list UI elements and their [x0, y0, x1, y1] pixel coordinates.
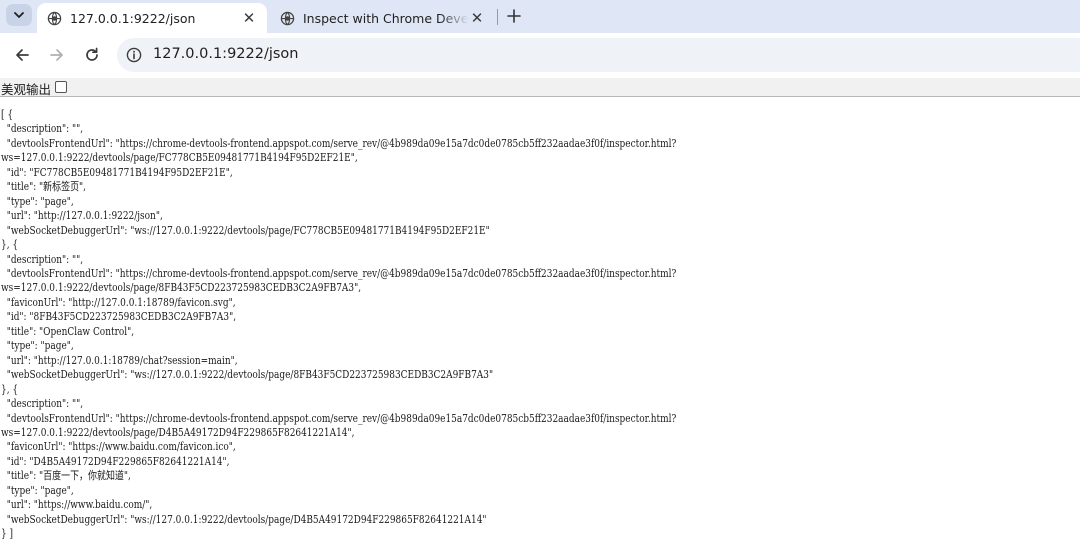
- json-line: "faviconUrl": "http://127.0.0.1:18789/fa…: [1, 295, 236, 309]
- json-line: ws=127.0.0.1:9222/devtools/page/D4B5A491…: [1, 425, 355, 439]
- json-line: "type": "page",: [1, 339, 74, 353]
- json-line: "title": "百度一下，你就知道",: [1, 469, 131, 483]
- close-tab-icon[interactable]: ✕: [469, 9, 485, 27]
- json-line: "title": "OpenClaw Control",: [1, 324, 135, 338]
- json-line: "id": "D4B5A49172D94F229865F82641221A14"…: [1, 454, 230, 468]
- reload-icon: [86, 47, 98, 61]
- page-content: 美观输出 [ { "description": "", "devtoolsFro…: [0, 78, 1080, 549]
- json-line: "url": "http://127.0.0.1:18789/chat?sess…: [1, 353, 238, 367]
- json-body: [ { "description": "", "devtoolsFrontend…: [1, 108, 676, 542]
- pretty-print-bar: 美观输出: [0, 78, 1080, 97]
- json-line: }, {: [1, 238, 19, 252]
- json-line: }, {: [1, 382, 19, 396]
- pretty-print-checkbox[interactable]: [55, 81, 67, 93]
- json-line: "type": "page",: [1, 194, 74, 208]
- json-line: "url": "http://127.0.0.1:9222/json",: [1, 209, 163, 223]
- json-line: "id": "FC778CB5E09481771B4194F95D2EF21E"…: [1, 165, 233, 179]
- tab-title: 127.0.0.1:9222/json: [70, 10, 196, 26]
- tab-title: Inspect with Chrome Developer Tools: [303, 10, 469, 26]
- tab-search-button[interactable]: [6, 4, 32, 26]
- json-line: "devtoolsFrontendUrl": "https://chrome-d…: [1, 411, 677, 425]
- reload-button[interactable]: [80, 43, 104, 67]
- tab-strip: 127.0.0.1:9222/json ✕ Inspect with Chrom…: [0, 0, 1080, 33]
- json-line: "description": "",: [1, 397, 84, 411]
- globe-icon: [280, 11, 295, 25]
- json-line: "devtoolsFrontendUrl": "https://chrome-d…: [1, 136, 677, 150]
- json-line: ws=127.0.0.1:9222/devtools/page/8FB43F5C…: [1, 281, 362, 295]
- json-line: "devtoolsFrontendUrl": "https://chrome-d…: [1, 266, 677, 280]
- tab-inspect[interactable]: Inspect with Chrome Developer Tools ✕: [270, 3, 495, 33]
- globe-icon: [47, 11, 62, 25]
- new-tab-button[interactable]: [503, 5, 525, 27]
- info-icon[interactable]: [126, 47, 142, 63]
- json-line: "id": "8FB43F5CD223725983CEDB3C2A9FB7A3"…: [1, 310, 237, 324]
- json-line: "faviconUrl": "https://www.baidu.com/fav…: [1, 440, 236, 454]
- pretty-print-label: 美观输出: [1, 82, 52, 97]
- json-line: "webSocketDebuggerUrl": "ws://127.0.0.1:…: [1, 512, 487, 526]
- address-bar[interactable]: 127.0.0.1:9222/json: [117, 38, 1080, 72]
- json-line: "type": "page",: [1, 483, 74, 497]
- json-line: "url": "https://www.baidu.com/",: [1, 498, 153, 512]
- arrow-left-icon: [16, 49, 29, 61]
- json-line: "description": "",: [1, 122, 84, 136]
- close-tab-icon[interactable]: ✕: [241, 9, 257, 27]
- tab-divider: [497, 9, 498, 25]
- json-line: "webSocketDebuggerUrl": "ws://127.0.0.1:…: [1, 223, 490, 237]
- url-text[interactable]: 127.0.0.1:9222/json: [153, 46, 299, 62]
- json-line: "webSocketDebuggerUrl": "ws://127.0.0.1:…: [1, 368, 494, 382]
- arrow-right-icon: [50, 49, 63, 61]
- json-line: "title": "新标签页",: [1, 180, 87, 194]
- json-line: "description": "",: [1, 252, 84, 266]
- tab-json[interactable]: 127.0.0.1:9222/json ✕: [37, 3, 267, 33]
- forward-button[interactable]: [45, 43, 69, 67]
- plus-icon: [507, 9, 521, 23]
- chevron-down-icon: [14, 12, 24, 18]
- json-line: } ]: [1, 527, 14, 541]
- json-line: [ {: [1, 108, 14, 121]
- browser-toolbar: 127.0.0.1:9222/json: [0, 33, 1080, 78]
- back-button[interactable]: [10, 43, 34, 67]
- json-line: ws=127.0.0.1:9222/devtools/page/FC778CB5…: [1, 151, 358, 165]
